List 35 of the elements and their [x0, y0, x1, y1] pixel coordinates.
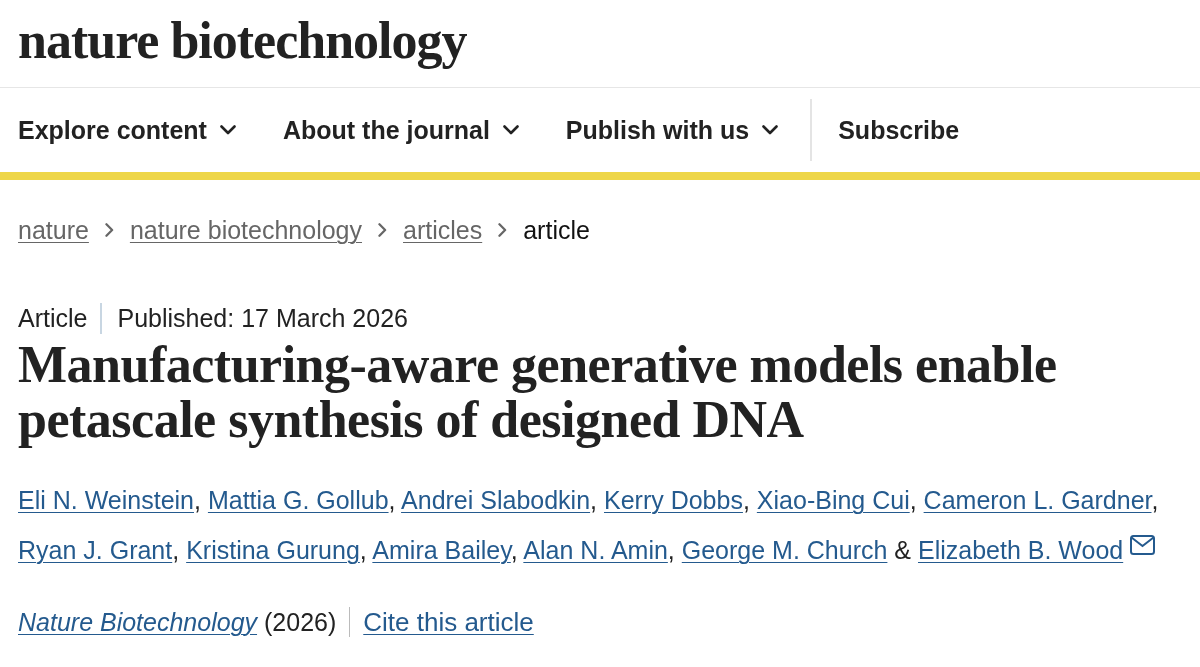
chevron-down-icon — [219, 125, 236, 135]
author-link[interactable]: Mattia G. Gollub — [207, 486, 389, 514]
author-link[interactable]: Alan N. Amin — [523, 536, 668, 564]
nav-menu-button[interactable]: Publish with us — [565, 117, 779, 143]
publication-date: Published: 17 March 2026 — [117, 305, 408, 331]
breadcrumb-link[interactable]: nature biotechnology — [129, 217, 362, 243]
cite-link[interactable]: Cite this article — [363, 609, 534, 635]
breadcrumb-link[interactable]: articles — [403, 217, 483, 243]
author-link[interactable]: Kristina Gurung — [186, 536, 360, 564]
breadcrumb-link[interactable]: nature — [18, 217, 89, 243]
author-list: Eli N. Weinstein, Mattia G. Gollub, Andrei Slabodkin, Kerry Dobbs, Xiao-Bing Cui, Cameron L. Gardner, Ryan J. Grant, Kristina Gurung, Amira Bailey, Alan N. Amin, George M. Church & Elizabeth B. Wood — [18, 475, 1198, 575]
nav-menu-button[interactable]: About the journal — [282, 117, 519, 143]
nav-menu-button[interactable]: Explore content — [18, 117, 236, 143]
author-link[interactable]: Xiao-Bing Cui — [756, 486, 910, 514]
chevron-right-icon — [378, 223, 387, 237]
author-link[interactable]: Kerry Dobbs — [604, 486, 743, 514]
journal-link[interactable]: Nature Biotechnology — [18, 607, 258, 636]
article-type: Article — [18, 305, 88, 331]
journal-citation: Nature Biotechnology (2026) — [18, 609, 337, 635]
author-link[interactable]: Elizabeth B. Wood — [918, 536, 1124, 564]
mail-icon[interactable] — [1130, 535, 1156, 555]
chevron-right-icon — [104, 223, 114, 237]
author-link[interactable]: Cameron L. Gardner — [923, 486, 1152, 514]
chevron-right-icon — [498, 223, 508, 237]
chevron-down-icon — [762, 125, 779, 135]
author-link[interactable]: Eli N. Weinstein — [18, 486, 194, 514]
breadcrumb-current: article — [523, 217, 590, 243]
author-link[interactable]: Ryan J. Grant — [18, 536, 173, 564]
author-link[interactable]: Andrei Slabodkin — [401, 486, 591, 514]
journal-logo[interactable]: nature biotechnology — [18, 14, 467, 67]
subscribe-link[interactable]: Subscribe — [838, 117, 960, 143]
author-link[interactable]: George M. Church — [681, 536, 888, 564]
chevron-down-icon — [502, 125, 519, 135]
author-link[interactable]: Amira Bailey — [372, 536, 511, 564]
article-title: Manufacturing-aware generative models enable petascale synthesis of designed DNA — [18, 337, 1058, 447]
